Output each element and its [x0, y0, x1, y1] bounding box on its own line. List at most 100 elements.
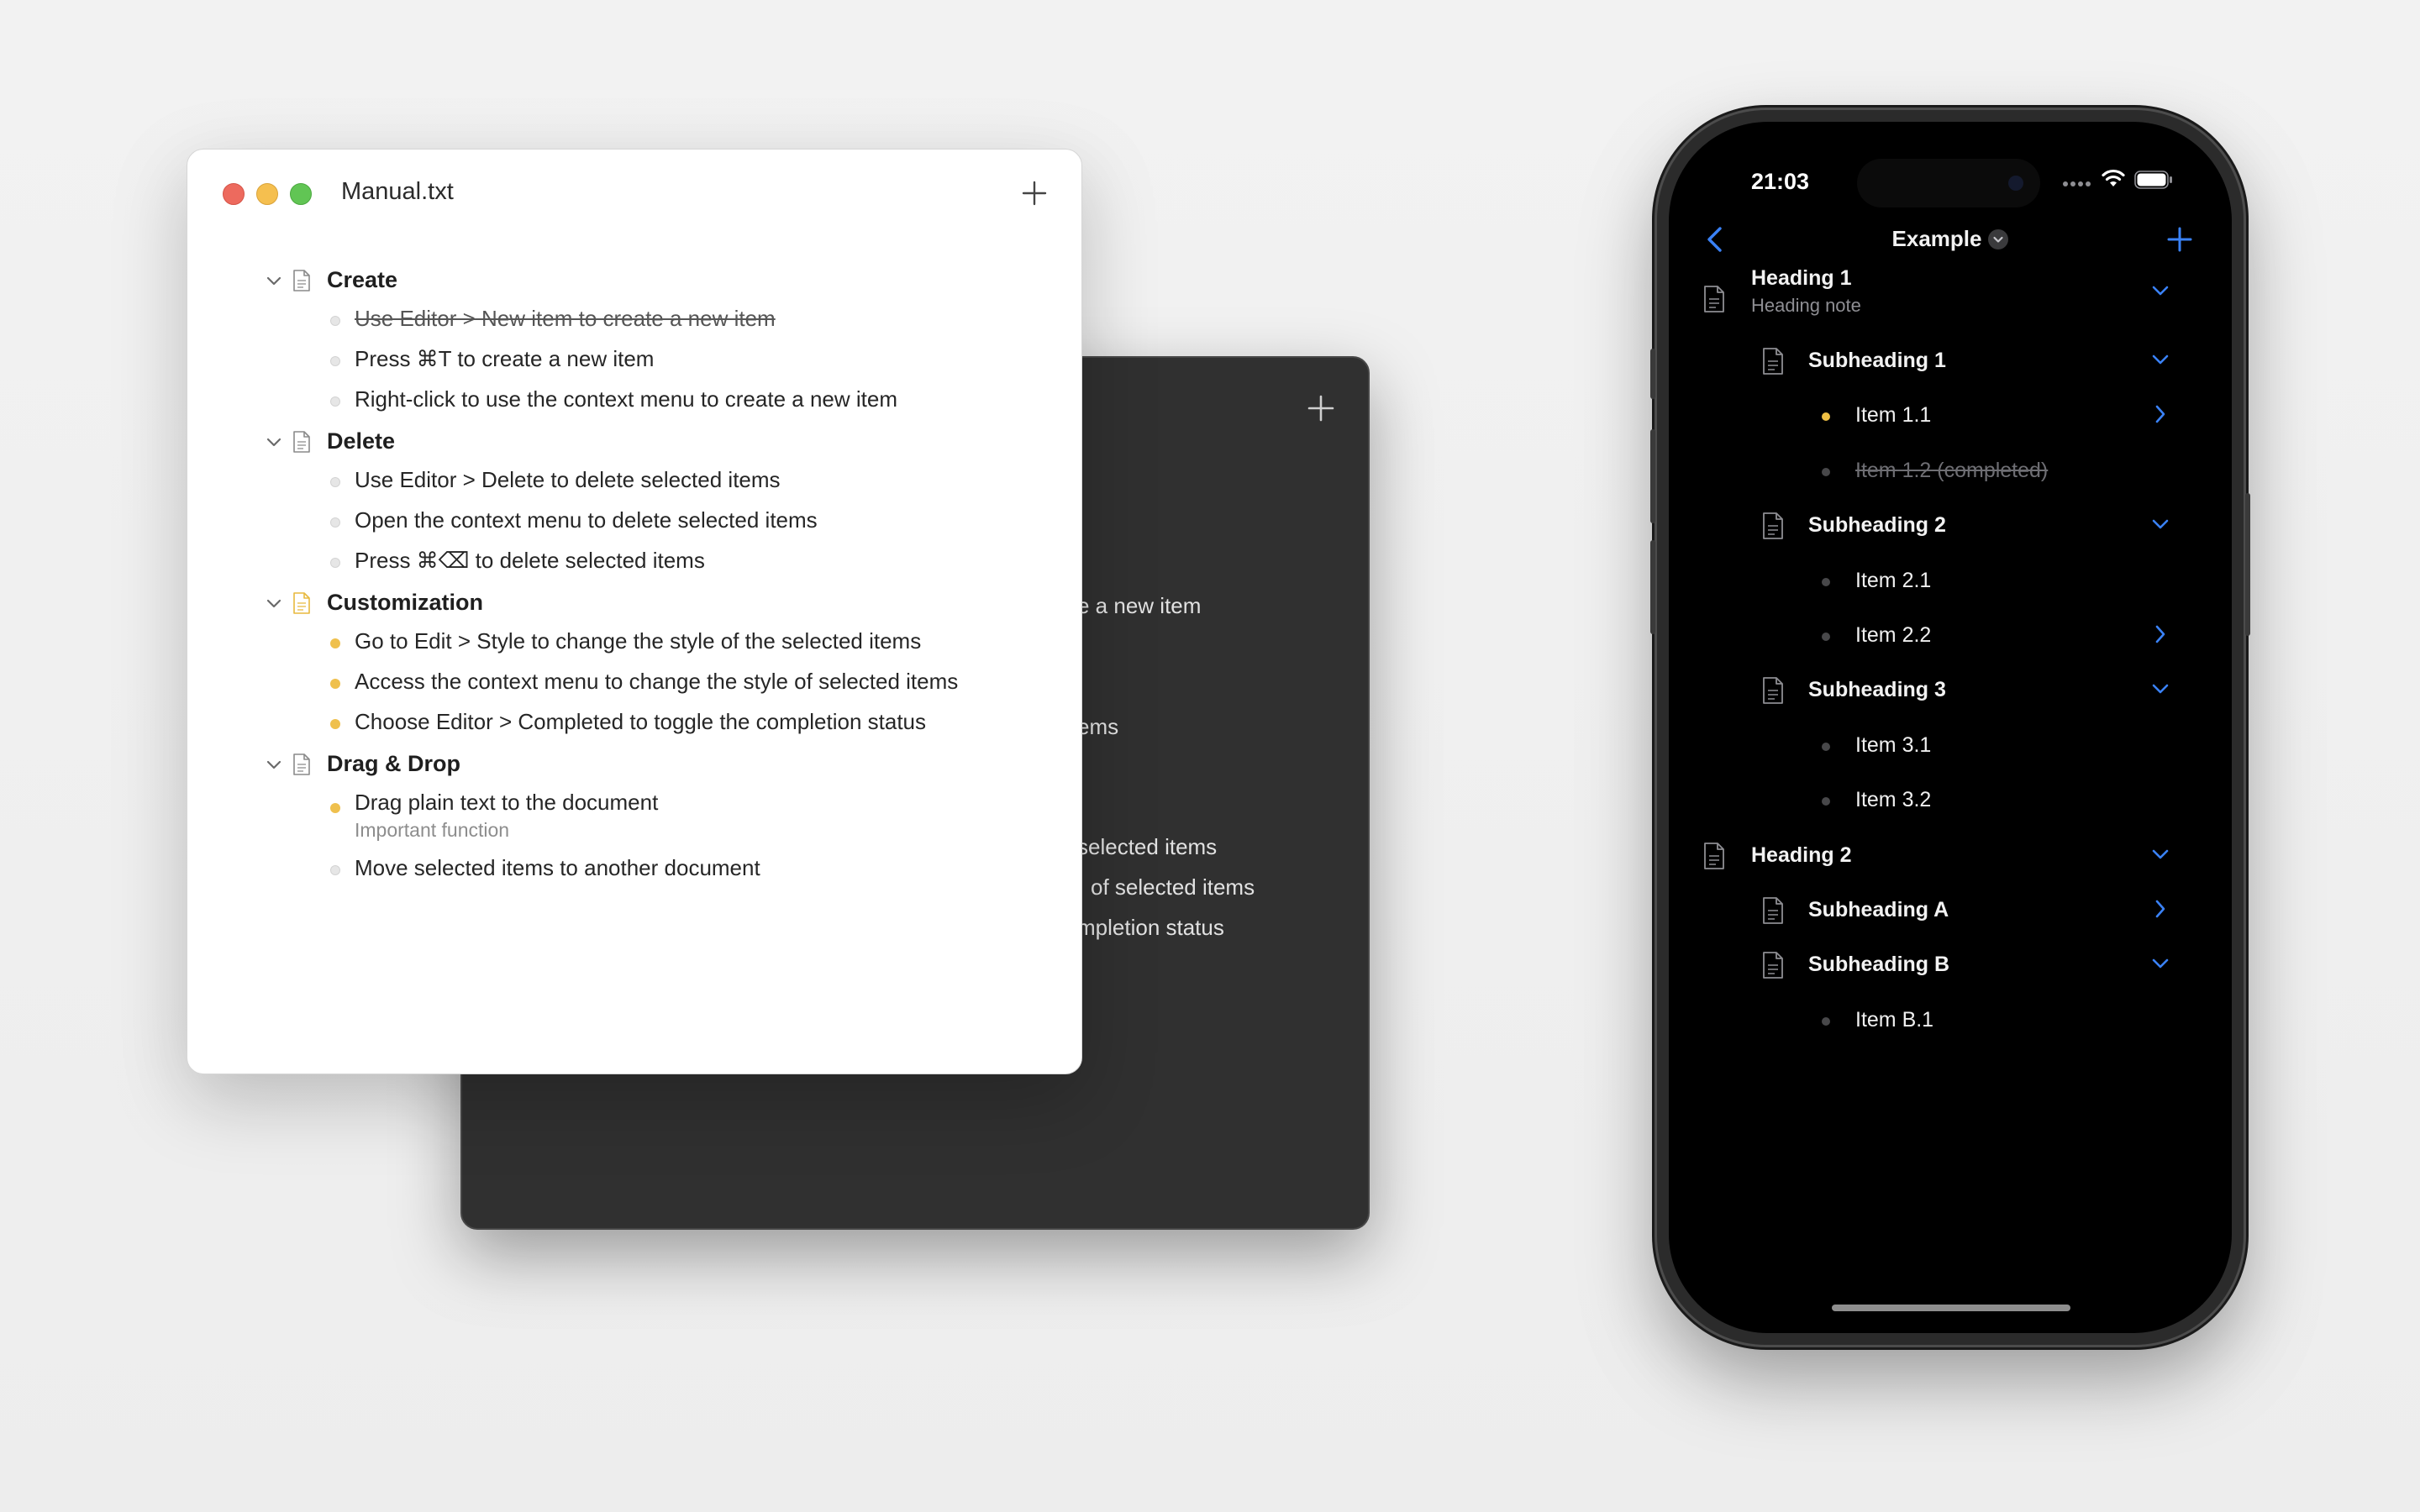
- outline-item-label: Press ⌘⌫ to delete selected items: [355, 548, 705, 573]
- phone-item-label: Item 3.1: [1855, 733, 1932, 757]
- dark-fragment: ems: [1077, 714, 1119, 739]
- document-icon: [1704, 286, 1724, 312]
- phone-heading-label: Subheading 1: [1808, 349, 1946, 372]
- outline-item-label: Right-click to use the context menu to c…: [355, 386, 897, 412]
- document-icon: [293, 431, 310, 453]
- document-icon: [1704, 843, 1724, 869]
- bullet-icon[interactable]: [330, 356, 340, 366]
- window-title: Manual.txt: [341, 178, 454, 205]
- minimize-window-button[interactable]: [256, 183, 278, 205]
- outline-item-label: Use Editor > Delete to delete selected i…: [355, 467, 781, 492]
- phone-heading-label: Subheading A: [1808, 898, 1949, 921]
- add-icon[interactable]: [1019, 178, 1050, 208]
- bullet-icon[interactable]: [330, 865, 340, 875]
- bullet-icon[interactable]: [1822, 1017, 1830, 1026]
- close-window-button[interactable]: [223, 183, 245, 205]
- chevron-down-icon[interactable]: [265, 595, 283, 613]
- phone-item-label: Item 2.1: [1855, 569, 1932, 592]
- outline-item-label: Drag plain text to the document: [355, 790, 659, 815]
- phone-heading-label: Subheading 3: [1808, 678, 1946, 701]
- phone-heading-note: Heading note: [1751, 295, 1861, 316]
- action-button: [1650, 349, 1655, 399]
- document-icon: [1763, 348, 1783, 375]
- document-icon: [1763, 512, 1783, 539]
- bullet-icon[interactable]: [330, 558, 340, 568]
- outline-heading-label: Customization: [327, 590, 483, 615]
- dark-fragment: mpletion status: [1077, 915, 1224, 940]
- bullet-icon[interactable]: [330, 679, 340, 689]
- bullet-icon[interactable]: [330, 719, 340, 729]
- status-time: 21:03: [1751, 169, 1810, 194]
- camera-icon: [2008, 176, 2023, 191]
- chevron-down-icon[interactable]: [2149, 513, 2171, 535]
- bullet-icon[interactable]: [330, 477, 340, 487]
- phone-item-label: Item 1.1: [1855, 403, 1932, 427]
- volume-up-button: [1650, 429, 1655, 523]
- wifi-icon: [2102, 169, 2125, 186]
- bullet-icon[interactable]: [330, 638, 340, 648]
- dark-fragment: of selected items: [1091, 874, 1255, 900]
- bullet-icon[interactable]: [1822, 797, 1830, 806]
- volume-down-button: [1650, 540, 1655, 634]
- dark-fragment: e a new item: [1077, 593, 1202, 618]
- bullet-icon[interactable]: [330, 396, 340, 407]
- bullet-icon[interactable]: [1822, 412, 1830, 421]
- phone-heading-label: Heading 2: [1751, 843, 1852, 867]
- nav-title-button[interactable]: Example: [1669, 226, 2232, 252]
- outline-heading-label: Delete: [327, 428, 396, 454]
- chevron-down-icon[interactable]: [2149, 349, 2171, 370]
- outline-heading-label: Create: [327, 267, 398, 292]
- chevron-down-icon[interactable]: [1988, 229, 2009, 249]
- chevron-down-icon[interactable]: [265, 433, 283, 452]
- dark-fragment: selected items: [1077, 834, 1218, 859]
- chevron-down-icon[interactable]: [265, 272, 283, 291]
- outline-heading-label: Drag & Drop: [327, 751, 461, 776]
- outline-item-label: Choose Editor > Completed to toggle the …: [355, 709, 927, 734]
- document-icon: [293, 270, 310, 291]
- outline-item-label: Go to Edit > Style to change the style o…: [355, 628, 922, 654]
- add-icon[interactable]: [2166, 226, 2193, 253]
- phone-screen: 21:03 Example Heading 1 Heading note Subhe…: [1669, 122, 2232, 1333]
- chevron-right-icon[interactable]: [2149, 403, 2171, 425]
- chevron-down-icon[interactable]: [265, 756, 283, 774]
- bullet-icon[interactable]: [1822, 633, 1830, 641]
- zoom-window-button[interactable]: [290, 183, 312, 205]
- bullet-icon[interactable]: [1822, 743, 1830, 751]
- home-indicator: [1832, 1305, 2070, 1311]
- nav-title: Example: [1891, 226, 1982, 251]
- chevron-down-icon[interactable]: [2149, 843, 2171, 865]
- document-icon: [293, 592, 310, 614]
- outline-item-note: Important function: [355, 819, 510, 841]
- phone-heading-label: Subheading B: [1808, 953, 1950, 976]
- chevron-right-icon[interactable]: [2149, 623, 2171, 645]
- phone-item-label: Item 1.2 (completed): [1855, 459, 2049, 482]
- bullet-icon[interactable]: [1822, 578, 1830, 586]
- phone-item-label: Item B.1: [1855, 1008, 1934, 1032]
- signal-icon: [2063, 181, 2091, 186]
- phone-heading-label: Heading 1: [1751, 266, 1852, 290]
- document-icon: [293, 753, 310, 775]
- chevron-down-icon[interactable]: [2149, 953, 2171, 974]
- outline-item-label: Open the context menu to delete selected…: [355, 507, 818, 533]
- document-icon: [1763, 897, 1783, 924]
- chevron-right-icon[interactable]: [2149, 898, 2171, 920]
- phone-item-label: Item 2.2: [1855, 623, 1932, 647]
- add-icon[interactable]: [1304, 391, 1338, 425]
- bullet-icon[interactable]: [1822, 468, 1830, 476]
- iphone: 21:03 Example Heading 1 Heading note Subhe…: [1650, 110, 2250, 1345]
- bullet-icon[interactable]: [330, 316, 340, 326]
- manual-window: Manual.txt Create Use Editor > New item t…: [187, 149, 1082, 1074]
- document-icon: [1763, 677, 1783, 704]
- battery-icon: [2134, 171, 2172, 189]
- outline-item-label: Press ⌘T to create a new item: [355, 346, 655, 371]
- chevron-down-icon[interactable]: [2149, 678, 2171, 700]
- phone-heading-label: Subheading 2: [1808, 513, 1946, 537]
- outline-item-label: Access the context menu to change the st…: [355, 669, 959, 694]
- outline-item-label: Move selected items to another document: [355, 855, 760, 880]
- bullet-icon[interactable]: [330, 803, 340, 813]
- chevron-down-icon[interactable]: [2149, 280, 2171, 302]
- outline-item-label: Use Editor > New item to create a new it…: [355, 306, 776, 331]
- bullet-icon[interactable]: [330, 517, 340, 528]
- phone-item-label: Item 3.2: [1855, 788, 1932, 811]
- document-icon: [1763, 952, 1783, 979]
